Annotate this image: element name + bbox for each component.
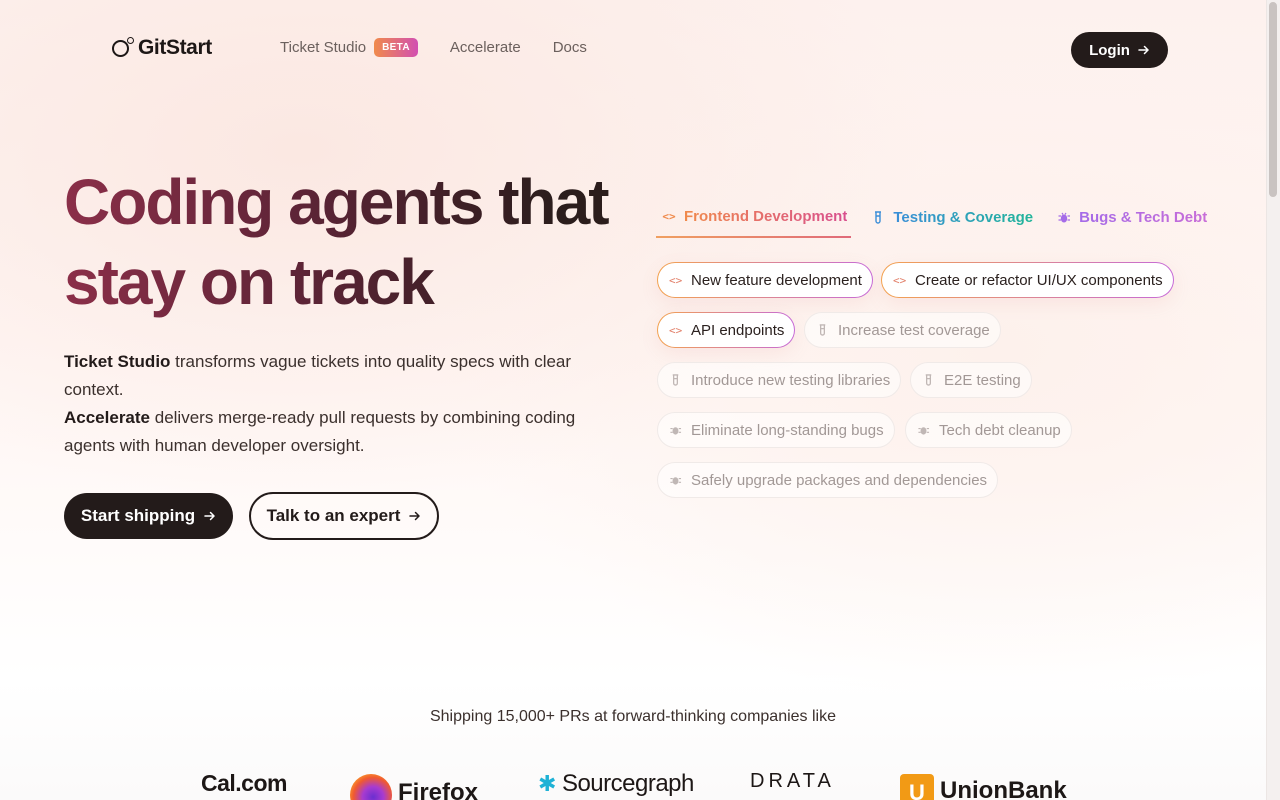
code-icon: <> [669, 323, 683, 337]
bug-icon [670, 477, 682, 485]
page-scrollbar[interactable] [1266, 0, 1280, 800]
chip-create-refactor-ui[interactable]: <> Create or refactor UI/UX components [881, 262, 1174, 298]
main-nav: Ticket Studio BETA Accelerate Docs [280, 38, 619, 57]
use-case-tabs: <> Frontend Development Testing & Covera… [656, 196, 1225, 238]
tab-bugs-tech-debt[interactable]: Bugs & Tech Debt [1051, 196, 1211, 238]
chip-label: Tech debt cleanup [939, 421, 1061, 439]
chip-increase-test-coverage[interactable]: Increase test coverage [804, 312, 1001, 348]
logo-text: Cal.com [201, 770, 287, 796]
test-tube-icon [925, 374, 932, 386]
nav-item-ticket-studio[interactable]: Ticket Studio BETA [280, 38, 418, 57]
accelerate-blurb: Accelerate delivers merge-ready pull req… [64, 404, 604, 460]
arrow-right-icon [204, 511, 215, 521]
logo-unionbank: U UnionBank [900, 770, 1067, 800]
code-icon: <> [893, 273, 907, 287]
test-tube-icon [819, 324, 826, 336]
logo-firefox: Firefox [350, 770, 478, 800]
chip-introduce-testing-libraries[interactable]: Introduce new testing libraries [657, 362, 902, 398]
site-header: GitStart Ticket Studio BETA Accelerate D… [0, 0, 1266, 98]
firefox-icon [350, 774, 392, 800]
chip-label: Eliminate long-standing bugs [691, 421, 884, 439]
arrow-right-icon [1138, 45, 1149, 55]
chip-upgrade-packages[interactable]: Safely upgrade packages and dependencies [657, 462, 999, 498]
chip-tech-debt-cleanup[interactable]: Tech debt cleanup [905, 412, 1072, 448]
code-icon: <> [662, 209, 676, 223]
start-shipping-label: Start shipping [80, 506, 196, 525]
tab-label: Frontend Development [684, 207, 848, 225]
logo-cal-com: Cal.com [201, 770, 287, 797]
tab-label: Testing & Coverage [893, 208, 1034, 226]
test-tube-icon [672, 374, 679, 386]
logo-text: DRATA [750, 770, 835, 792]
chip-label: E2E testing [944, 371, 1021, 389]
hero-description: Ticket Studio transforms vague tickets i… [64, 348, 604, 460]
hero-title-line-1: Coding agents that [64, 166, 608, 238]
scrollbar-thumb[interactable] [1269, 2, 1277, 197]
chip-label: Increase test coverage [838, 321, 990, 339]
test-tube-icon [875, 210, 882, 224]
code-icon: <> [669, 273, 683, 287]
hero-title-line-2: stay on track [64, 246, 433, 318]
logo-drata: DRATA [750, 770, 835, 793]
talk-to-expert-label: Talk to an expert [266, 506, 401, 525]
customers-tagline: Shipping 15,000+ PRs at forward-thinking… [429, 708, 836, 725]
chip-new-feature-development[interactable]: <> New feature development [657, 262, 873, 298]
brand-name: GitStart [138, 36, 212, 59]
tab-testing-coverage[interactable]: Testing & Coverage [865, 196, 1037, 238]
nav-item-docs[interactable]: Docs [553, 39, 587, 56]
nav-label: Ticket Studio [280, 39, 367, 56]
logo-text: UnionBank [940, 777, 1067, 800]
logo-text: Sourcegraph [561, 770, 694, 797]
tab-frontend-development[interactable]: <> Frontend Development [656, 196, 852, 238]
nav-item-accelerate[interactable]: Accelerate [450, 39, 521, 56]
accelerate-name: Accelerate [64, 408, 151, 427]
ticket-studio-name: Ticket Studio [64, 352, 171, 371]
chip-eliminate-bugs[interactable]: Eliminate long-standing bugs [657, 412, 895, 448]
talk-to-expert-button[interactable]: Talk to an expert [249, 492, 439, 540]
unionbank-icon: U [900, 774, 934, 800]
chip-label: API endpoints [691, 321, 785, 339]
sourcegraph-icon: ✱ [538, 771, 556, 796]
hero-title: Coding agents that stay on track [64, 162, 644, 322]
bug-icon [1058, 212, 1071, 222]
login-button[interactable]: Login [1071, 32, 1168, 68]
chip-label: Create or refactor UI/UX components [915, 271, 1163, 289]
login-label: Login [1089, 41, 1130, 59]
tab-label: Bugs & Tech Debt [1079, 208, 1208, 226]
chip-e2e-testing[interactable]: E2E testing [910, 362, 1032, 398]
gitstart-logo[interactable]: GitStart [112, 36, 212, 60]
gitstart-logo-icon [112, 37, 134, 59]
beta-badge: BETA [374, 38, 418, 57]
customer-logos: Cal.com Firefox ✱ Sourcegraph DRATA U Un… [0, 760, 1266, 800]
ticket-studio-blurb: Ticket Studio transforms vague tickets i… [64, 348, 604, 404]
bug-icon [670, 427, 682, 435]
chip-api-endpoints[interactable]: <> API endpoints [657, 312, 795, 348]
chip-label: Introduce new testing libraries [691, 371, 891, 389]
chip-label: New feature development [691, 271, 862, 289]
arrow-right-icon [409, 511, 421, 521]
start-shipping-button[interactable]: Start shipping [64, 493, 233, 539]
chip-label: Safely upgrade packages and dependencies [691, 471, 988, 489]
bug-icon [918, 427, 930, 435]
logo-sourcegraph: ✱ Sourcegraph [538, 770, 694, 798]
logo-text: Firefox [398, 779, 479, 800]
